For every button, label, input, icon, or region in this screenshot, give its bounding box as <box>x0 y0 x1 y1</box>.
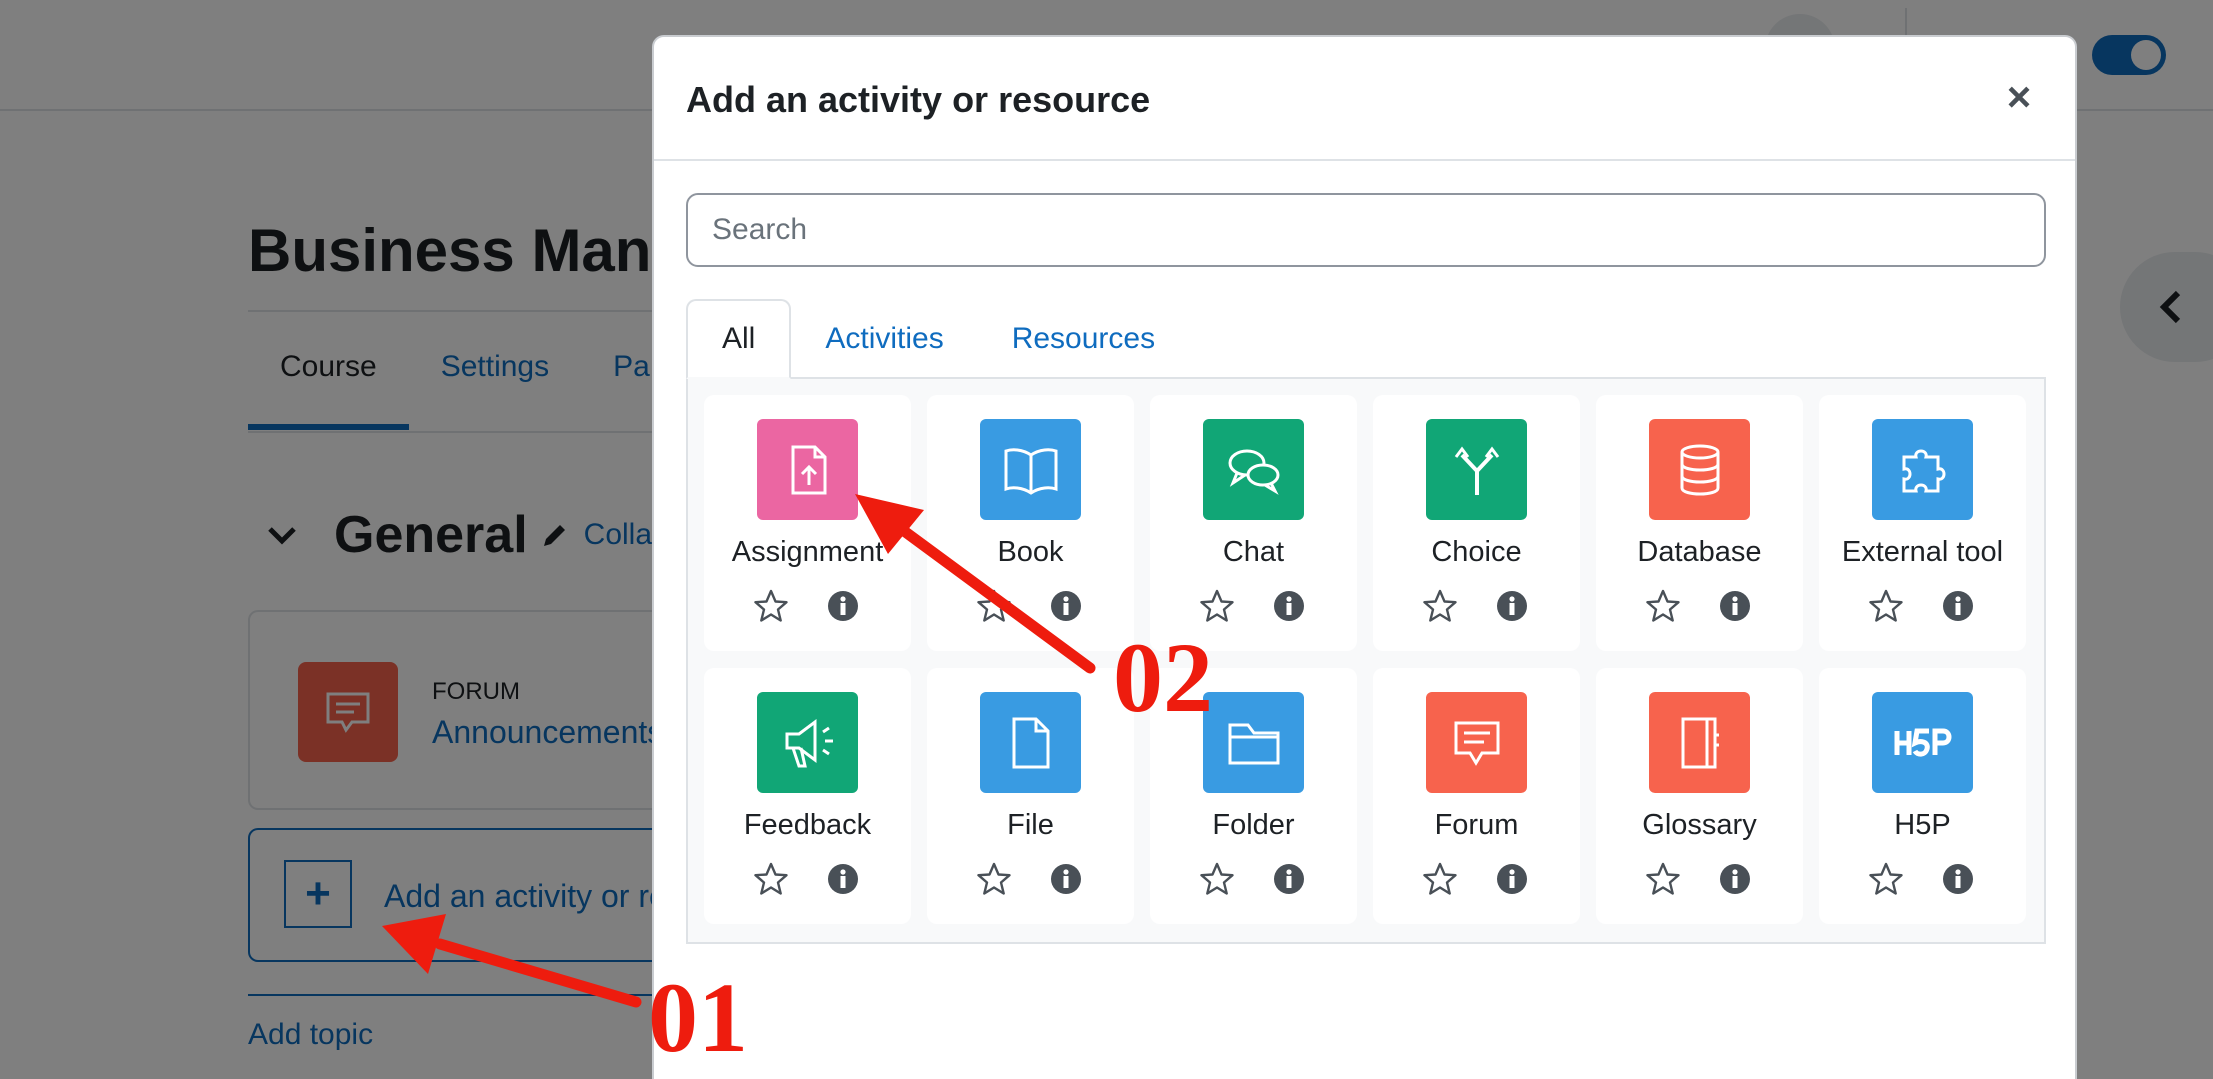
activity-label: Forum <box>1434 809 1519 841</box>
activity-label: Feedback <box>743 809 872 841</box>
h5p-icon <box>1872 692 1973 793</box>
info-icon[interactable] <box>1496 590 1528 622</box>
info-icon[interactable] <box>827 590 859 622</box>
database-icon <box>1649 419 1750 520</box>
activity-grid-panel: Assignment Book Chat Choice Database Ext… <box>686 377 2046 944</box>
activity-grid: Assignment Book Chat Choice Database Ext… <box>704 395 2026 924</box>
close-button[interactable]: × <box>1999 76 2039 118</box>
info-icon[interactable] <box>1050 590 1082 622</box>
star-icon[interactable] <box>1869 589 1903 623</box>
info-icon[interactable] <box>1273 590 1305 622</box>
annotation-label-01: 01 <box>648 962 748 1073</box>
activity-item-glossary[interactable]: Glossary <box>1596 668 1803 924</box>
info-icon[interactable] <box>1496 863 1528 895</box>
activity-item-external-tool[interactable]: External tool <box>1819 395 2026 651</box>
activity-item-h5p[interactable]: H5P <box>1819 668 2026 924</box>
activity-label: External tool <box>1841 536 2004 568</box>
activity-label: Choice <box>1431 536 1522 568</box>
activity-item-file[interactable]: File <box>927 668 1134 924</box>
activity-item-forum[interactable]: Forum <box>1373 668 1580 924</box>
assignment-icon <box>757 419 858 520</box>
tab-resources[interactable]: Resources <box>978 299 1189 379</box>
activity-item-book[interactable]: Book <box>927 395 1134 651</box>
activity-item-assignment[interactable]: Assignment <box>704 395 911 651</box>
star-icon[interactable] <box>1869 862 1903 896</box>
external-tool-icon <box>1872 419 1973 520</box>
activity-label: Folder <box>1212 809 1295 841</box>
activity-label: Database <box>1637 536 1762 568</box>
star-icon[interactable] <box>1423 589 1457 623</box>
activity-label: Glossary <box>1642 809 1757 841</box>
star-icon[interactable] <box>1646 589 1680 623</box>
info-icon[interactable] <box>827 863 859 895</box>
forum-icon <box>1426 692 1527 793</box>
info-icon[interactable] <box>1719 863 1751 895</box>
file-icon <box>980 692 1081 793</box>
info-icon[interactable] <box>1050 863 1082 895</box>
star-icon[interactable] <box>754 862 788 896</box>
activity-item-choice[interactable]: Choice <box>1373 395 1580 651</box>
feedback-icon <box>757 692 858 793</box>
tab-all[interactable]: All <box>686 299 792 379</box>
activity-label: Assignment <box>731 536 884 568</box>
activity-label: H5P <box>1894 809 1951 841</box>
modal-title: Add an activity or resource <box>686 79 1151 120</box>
activity-item-feedback[interactable]: Feedback <box>704 668 911 924</box>
star-icon[interactable] <box>754 589 788 623</box>
activity-label: File <box>1007 809 1054 841</box>
glossary-icon <box>1649 692 1750 793</box>
book-icon <box>980 419 1081 520</box>
info-icon[interactable] <box>1719 590 1751 622</box>
choice-icon <box>1426 419 1527 520</box>
star-icon[interactable] <box>1646 862 1680 896</box>
search-input[interactable] <box>686 193 2046 267</box>
star-icon[interactable] <box>1200 862 1234 896</box>
star-icon[interactable] <box>977 862 1011 896</box>
activity-item-chat[interactable]: Chat <box>1150 395 1357 651</box>
activity-chooser-modal: Add an activity or resource × All Activi… <box>652 35 2077 1079</box>
chat-icon <box>1203 419 1304 520</box>
star-icon[interactable] <box>1200 589 1234 623</box>
star-icon[interactable] <box>1423 862 1457 896</box>
activity-label: Book <box>997 536 1064 568</box>
star-icon[interactable] <box>977 589 1011 623</box>
activity-item-database[interactable]: Database <box>1596 395 1803 651</box>
info-icon[interactable] <box>1942 863 1974 895</box>
annotation-label-02: 02 <box>1113 622 1213 733</box>
modal-header: Add an activity or resource × <box>654 37 2075 161</box>
info-icon[interactable] <box>1942 590 1974 622</box>
tab-activities[interactable]: Activities <box>791 299 977 379</box>
activity-label: Chat <box>1222 536 1285 568</box>
chooser-tabs: All Activities Resources <box>686 299 2046 379</box>
folder-icon <box>1203 692 1304 793</box>
info-icon[interactable] <box>1273 863 1305 895</box>
